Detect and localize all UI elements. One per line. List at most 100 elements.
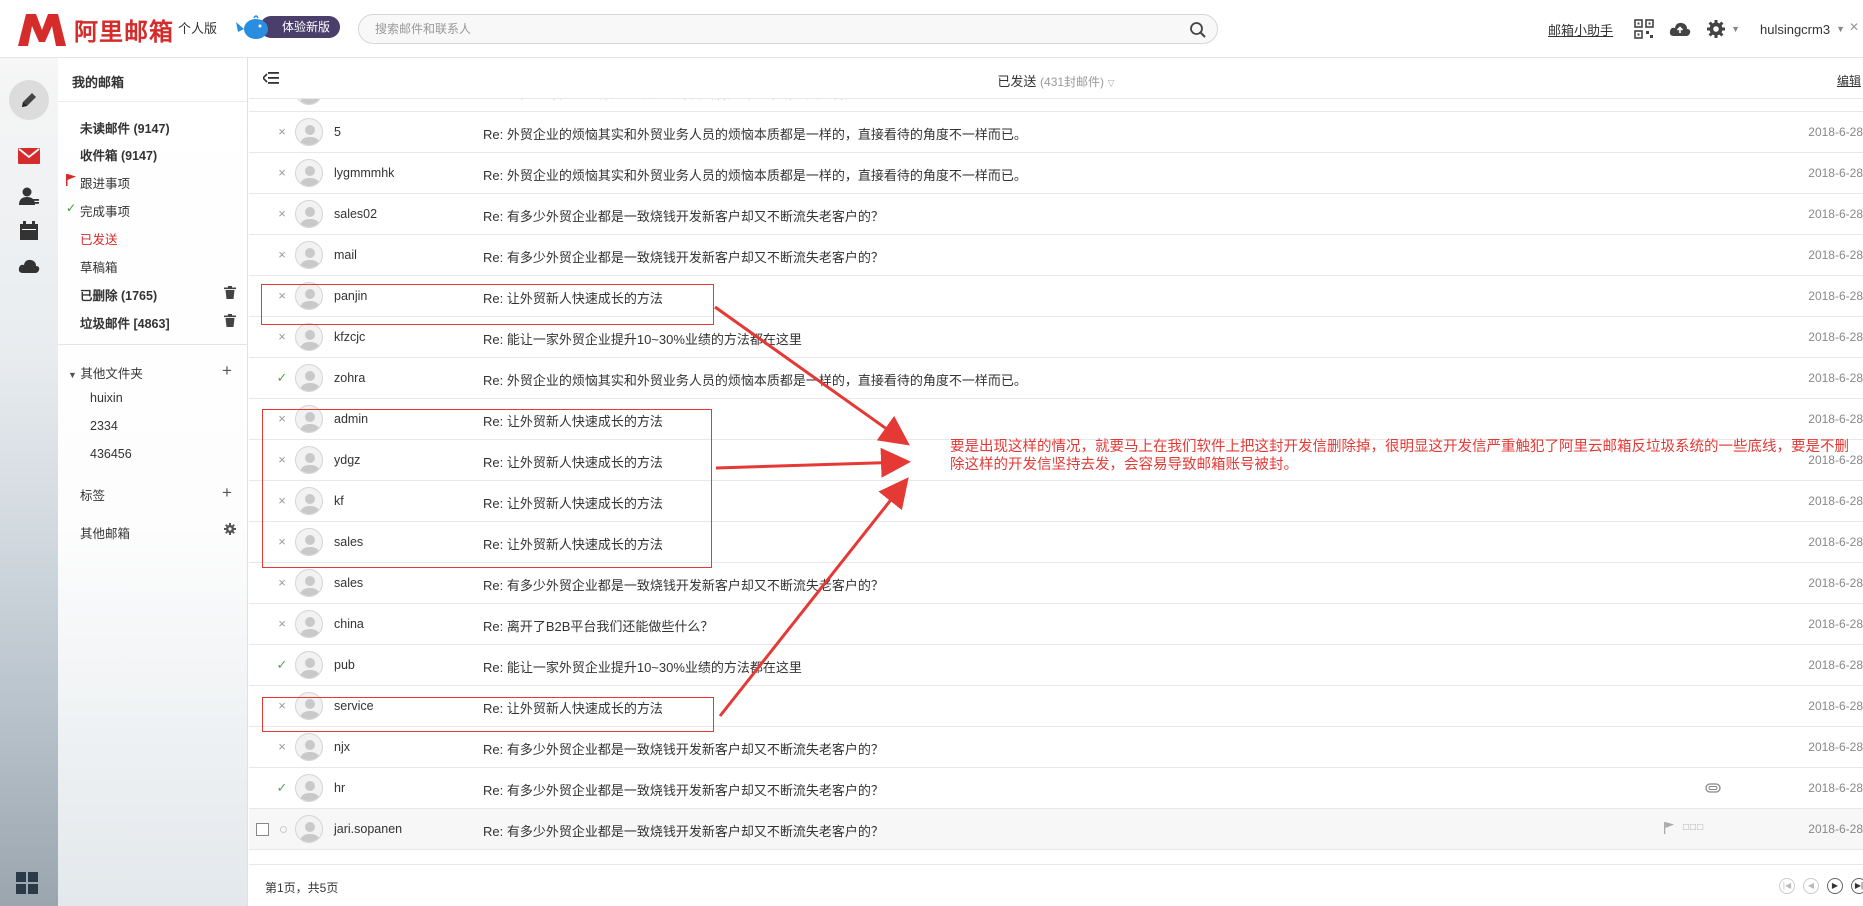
last-page-icon[interactable]: ▶| — [1851, 878, 1863, 894]
settings-gear-icon[interactable] — [1705, 18, 1727, 40]
username[interactable]: hulsingcrm3 — [1760, 22, 1830, 37]
empty-spam-icon[interactable] — [224, 314, 236, 327]
add-tag-icon[interactable]: + — [222, 484, 232, 501]
folder-done[interactable]: ✓ 完成事项 — [66, 201, 130, 220]
edit-link[interactable]: 编辑 — [1837, 72, 1861, 89]
row-date: 2018-6-28 — [1808, 740, 1863, 754]
mail-row[interactable]: × 5 Re: 外贸企业的烦恼其实和外贸业务人员的烦恼本质都是一样的，直接看待的角度… — [249, 112, 1863, 153]
mail-nav-button[interactable] — [9, 136, 49, 176]
logo[interactable]: 阿里邮箱 — [16, 10, 174, 48]
row-date: 2018-6-28 — [1808, 535, 1863, 549]
row-sender: pub — [334, 658, 355, 672]
folder-inbox[interactable]: 收件箱 (9147) — [80, 145, 157, 164]
logo-m-icon — [18, 14, 66, 46]
calendar-nav-button[interactable] — [9, 211, 49, 251]
folder-heading-count: (431封邮件) — [1040, 75, 1105, 89]
row-checkbox[interactable] — [256, 823, 269, 836]
row-subject[interactable]: Re: 有多少外贸企业都是一致烧钱开发新客户却又不断流失老客户的？ — [483, 780, 884, 799]
row-subject[interactable]: Re: 有多少外贸企业都是一致烧钱开发新客户却又不断流失老客户的？ — [483, 739, 884, 758]
mail-row[interactable]: ✓ zohra Re: 外贸企业的烦恼其实和外贸业务人员的烦恼本质都是一样的，直接看… — [249, 358, 1863, 399]
next-page-icon[interactable]: ▶ — [1827, 878, 1843, 894]
mailbox-settings-icon[interactable] — [224, 523, 236, 535]
mail-row[interactable]: × lygmmmhk Re: 外贸企业的烦恼其实和外贸业务人员的烦恼本质都是一样的，… — [249, 153, 1863, 194]
row-sender: zohra — [334, 371, 366, 385]
helper-link[interactable]: 邮箱小助手 — [1548, 20, 1613, 39]
row-subject[interactable]: Re: 有多少外贸企业都是一致烧钱开发新客户却又不断流失老客户的？ — [483, 99, 884, 102]
row-subject[interactable]: Re: 有多少外贸企业都是一致烧钱开发新客户却又不断流失老客户的？ — [483, 247, 884, 266]
row-date: 2018-6-28 — [1808, 412, 1863, 426]
cloud-nav-button[interactable] — [9, 246, 49, 286]
row-sender: china — [334, 617, 364, 631]
row-sender: sales02 — [334, 207, 378, 221]
row-subject[interactable]: Re: 能让一家外贸企业提升10~30%业绩的方法都在这里 — [483, 657, 802, 676]
contacts-nav-button[interactable] — [9, 176, 49, 216]
new-version-button[interactable]: 体验新版 — [236, 14, 340, 40]
row-date: 2018-6-28 — [1808, 699, 1863, 713]
qrcode-icon[interactable] — [1633, 18, 1655, 40]
settings-caret-icon[interactable]: ▼ — [1731, 24, 1740, 34]
pager: |◀ ◀ ▶ ▶| — [1771, 878, 1863, 894]
mail-row[interactable]: ✓ pub Re: 能让一家外贸企业提升10~30%业绩的方法都在这里 2018-6-… — [249, 645, 1863, 686]
mail-row[interactable]: × sales Re: 有多少外贸企业都是一致烧钱开发新客户却又不断流失老客户的？ 2… — [249, 563, 1863, 604]
other-mailboxes-title[interactable]: 其他邮箱 — [80, 523, 130, 542]
logo-text: 阿里邮箱 — [74, 17, 174, 46]
folder-sent[interactable]: 已发送 — [80, 229, 118, 248]
row-subject[interactable]: Re: 离开了B2B平台我们还能做些什么？ — [483, 616, 713, 635]
folder-unread[interactable]: 未读邮件 (9147) — [80, 118, 170, 137]
row-sender: sales — [334, 576, 364, 590]
apps-grid-icon[interactable] — [16, 872, 38, 894]
folder-followup[interactable]: 跟进事项 — [66, 173, 130, 192]
folder-deleted[interactable]: 已删除 (1765) — [80, 285, 157, 304]
list-header: 已发送 (431封邮件) ▽ 编辑 — [249, 58, 1863, 99]
more-options-icon[interactable]: □□□ — [1683, 822, 1704, 833]
prev-page-icon[interactable]: ◀ — [1803, 878, 1819, 894]
folder-heading[interactable]: 已发送 (431封邮件) ▽ — [249, 71, 1863, 90]
add-folder-icon[interactable]: + — [222, 362, 232, 379]
mail-row[interactable]: × china Re: 离开了B2B平台我们还能做些什么？ 2018-6-28 — [249, 604, 1863, 645]
close-icon[interactable]: ✕ — [1849, 20, 1859, 34]
row-sender: 5 — [334, 125, 341, 139]
compose-button[interactable] — [9, 80, 49, 120]
delivered-check-icon: ✓ — [276, 780, 288, 795]
subfolder-item[interactable]: 2334 — [90, 419, 118, 433]
row-subject[interactable]: Re: 有多少外贸企业都是一致烧钱开发新客户却又不断流失老客户的？ — [483, 821, 884, 840]
row-flag-icon[interactable] — [1664, 822, 1674, 834]
avatar-icon — [295, 99, 323, 105]
contacts-icon — [19, 187, 39, 205]
list-footer: 第1页，共5页 |◀ ◀ ▶ ▶| — [249, 864, 1863, 906]
subfolder-item[interactable]: huixin — [90, 391, 123, 405]
other-folders-toggle[interactable]: ▼ 其他文件夹 — [68, 363, 143, 382]
user-caret-icon[interactable]: ▼ — [1836, 24, 1845, 34]
mail-row[interactable]: ×zhijianRe: 有多少外贸企业都是一致烧钱开发新客户却又不断流失老客户的… — [249, 99, 1863, 112]
cloud-upload-icon[interactable] — [1669, 18, 1691, 40]
mail-row[interactable]: × mail Re: 有多少外贸企业都是一致烧钱开发新客户却又不断流失老客户的？ 20… — [249, 235, 1863, 276]
avatar-icon — [295, 569, 323, 597]
folder-spam[interactable]: 垃圾邮件 [4863] — [80, 313, 170, 332]
mail-row[interactable]: jari.sopanen Re: 有多少外贸企业都是一致烧钱开发新客户却又不断流失… — [249, 809, 1863, 850]
mail-icon — [18, 148, 40, 164]
row-date: 2018-6-28 — [1808, 658, 1863, 672]
folder-divider — [58, 344, 248, 345]
search-icon[interactable] — [1189, 21, 1207, 39]
mail-row[interactable]: × njx Re: 有多少外贸企业都是一致烧钱开发新客户却又不断流失老客户的？ 201… — [249, 727, 1863, 768]
empty-trash-icon[interactable] — [224, 286, 236, 299]
row-subject[interactable]: Re: 能让一家外贸企业提升10~30%业绩的方法都在这里 — [483, 329, 802, 348]
row-date: 2018-6-28 — [1808, 166, 1863, 180]
subfolder-item[interactable]: 436456 — [90, 447, 132, 461]
row-subject[interactable]: Re: 有多少外贸企业都是一致烧钱开发新客户却又不断流失老客户的？ — [483, 206, 884, 225]
row-subject[interactable]: Re: 外贸企业的烦恼其实和外贸业务人员的烦恼本质都是一样的，直接看待的角度不一… — [483, 165, 1027, 184]
row-date: 2018-6-28 — [1808, 371, 1863, 385]
first-page-icon[interactable]: |◀ — [1779, 878, 1795, 894]
mail-row[interactable]: × sales02 Re: 有多少外贸企业都是一致烧钱开发新客户却又不断流失老客户的… — [249, 194, 1863, 235]
row-subject[interactable]: Re: 外贸企业的烦恼其实和外贸业务人员的烦恼本质都是一样的，直接看待的角度不一… — [483, 124, 1027, 143]
row-subject[interactable]: Re: 外贸企业的烦恼其实和外贸业务人员的烦恼本质都是一样的，直接看待的角度不一… — [483, 370, 1027, 389]
mail-row[interactable]: ✓ hr Re: 有多少外贸企业都是一致烧钱开发新客户却又不断流失老客户的？ 2018… — [249, 768, 1863, 809]
avatar-icon — [295, 323, 323, 351]
row-date: 2018-6-28 — [1808, 125, 1863, 139]
tags-title[interactable]: 标签 — [80, 485, 105, 504]
row-subject[interactable]: Re: 有多少外贸企业都是一致烧钱开发新客户却又不断流失老客户的？ — [483, 575, 884, 594]
search-input[interactable] — [359, 15, 1159, 43]
row-date: 2018-6-28 — [1808, 207, 1863, 221]
folder-drafts[interactable]: 草稿箱 — [80, 257, 118, 276]
read-status-dot-icon[interactable] — [280, 826, 287, 833]
